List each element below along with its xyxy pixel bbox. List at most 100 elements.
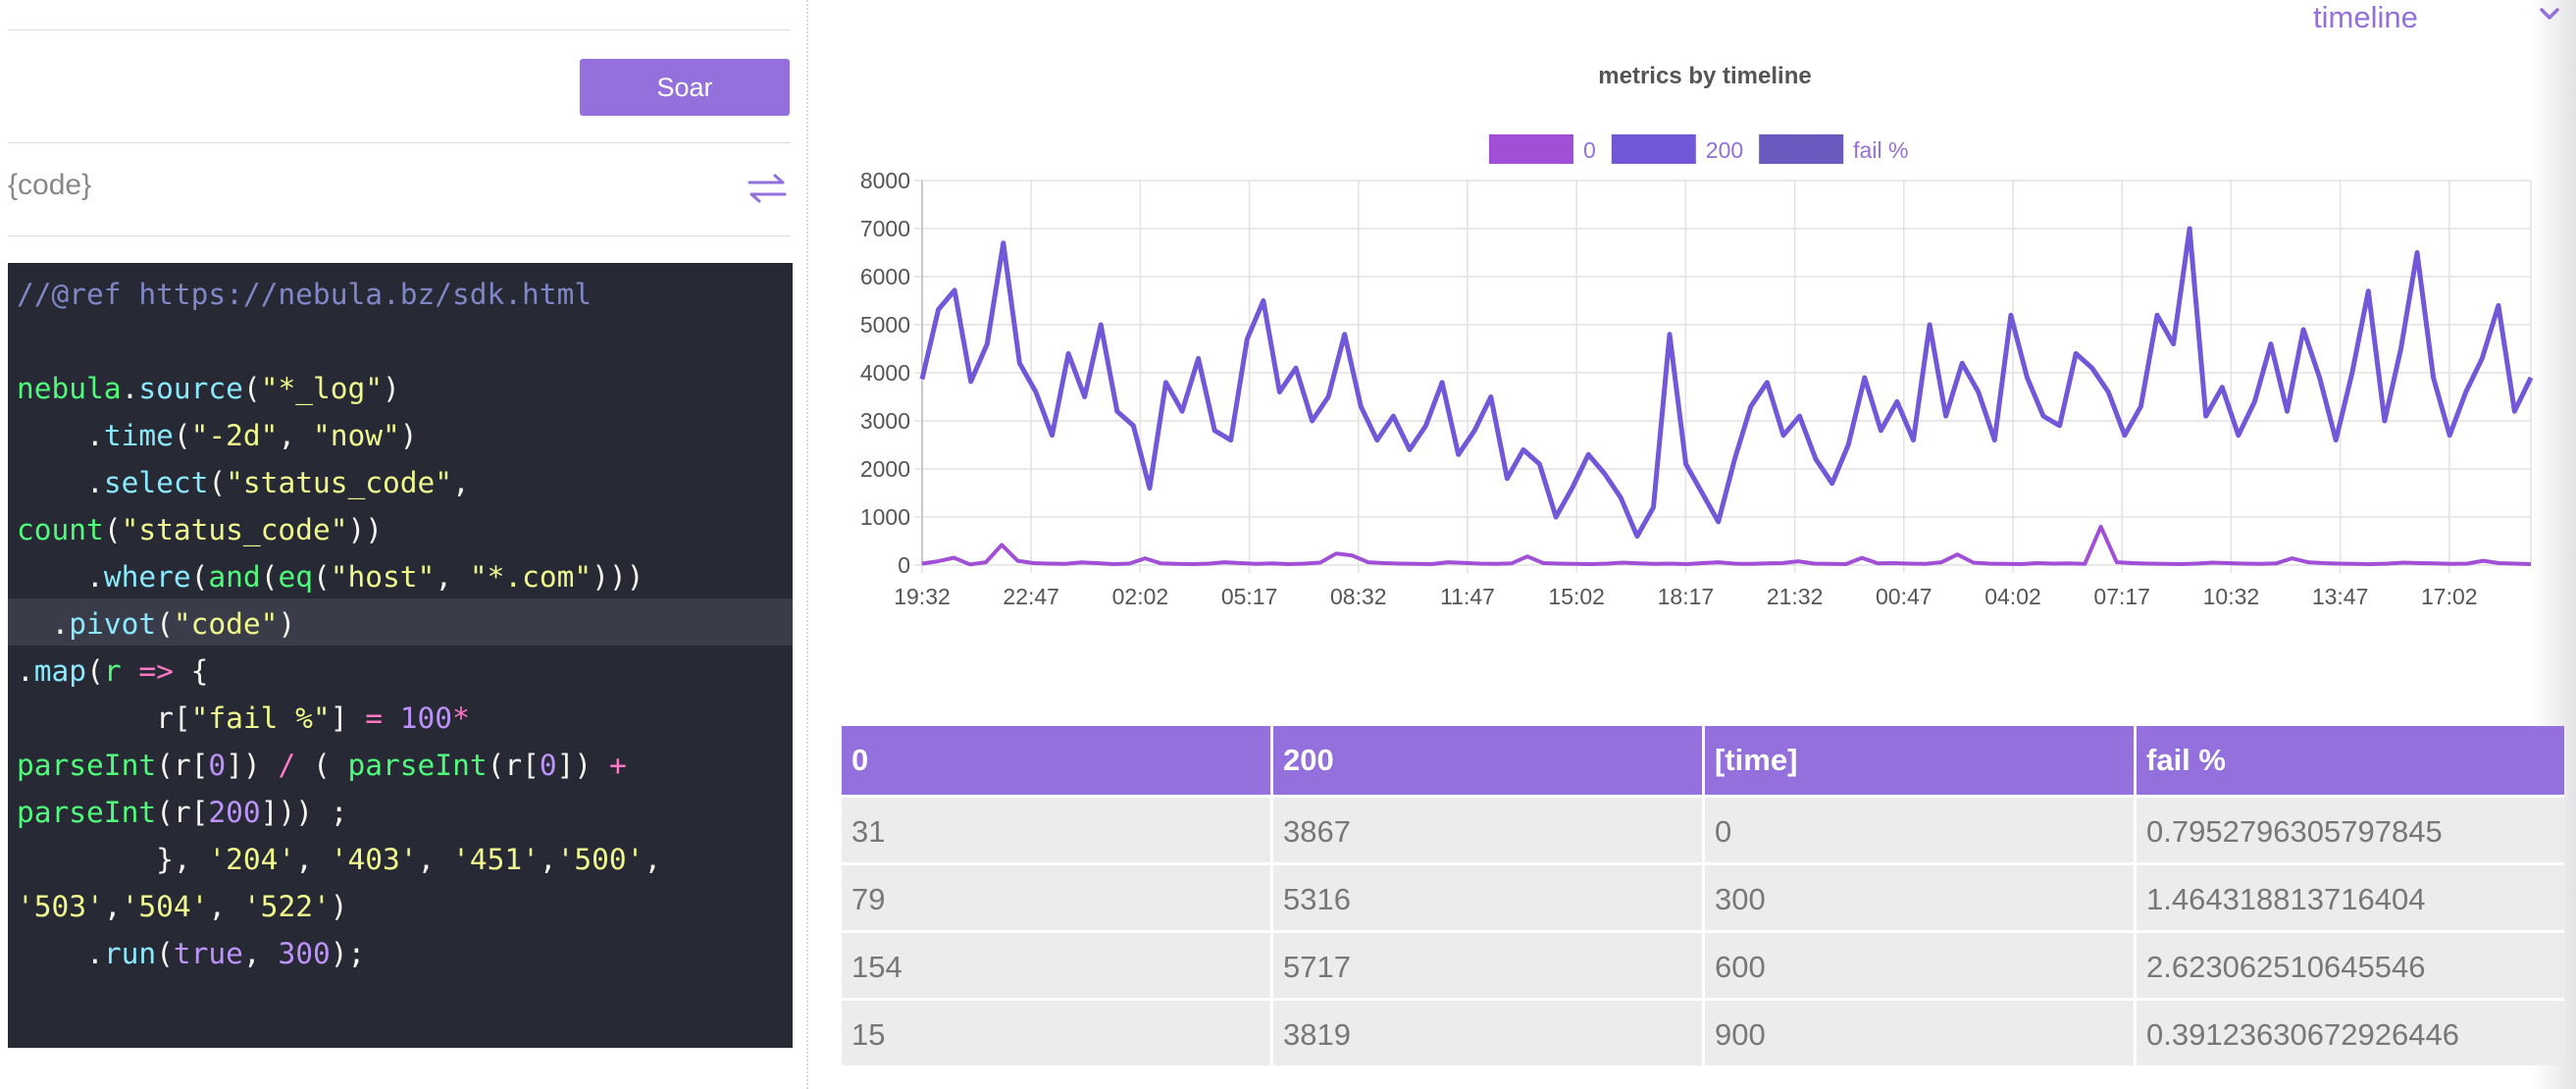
code-token: '504' — [121, 890, 209, 923]
table-cell: 15 — [842, 998, 1273, 1065]
table-cell: 900 — [1705, 998, 2137, 1065]
table-cell: 31 — [842, 795, 1273, 862]
x-tick-label: 10:32 — [2203, 584, 2260, 609]
code-token: ( — [190, 560, 209, 594]
column-header[interactable]: 0 — [842, 726, 1273, 795]
y-tick-label: 3000 — [860, 408, 910, 434]
code-token: true — [173, 937, 243, 970]
y-tick-label: 0 — [898, 552, 910, 578]
code-token: ]) — [226, 749, 279, 782]
code-token: . — [17, 466, 104, 499]
code-line: count("status_code")) — [17, 506, 383, 553]
divider — [8, 29, 791, 30]
table-cell: 0 — [1705, 795, 2137, 862]
code-token: ) — [383, 372, 400, 405]
code-token: "now" — [312, 419, 400, 452]
soar-button[interactable]: Soar — [580, 59, 790, 116]
code-token: "status_code" — [226, 466, 453, 499]
code-token: 200 — [208, 796, 261, 829]
x-tick-label: 02:02 — [1112, 584, 1169, 609]
code-token: + — [608, 749, 627, 782]
legend-swatch — [1611, 134, 1696, 164]
column-header[interactable]: [time] — [1705, 726, 2137, 795]
code-token: '500' — [556, 843, 644, 876]
table-cell: 0.7952796305797845 — [2137, 795, 2564, 862]
code-line: .map(r => { — [17, 648, 208, 695]
chart-series — [919, 226, 2534, 567]
code-token: = — [365, 701, 383, 735]
code-token: ( — [260, 560, 279, 594]
x-tick-label: 22:47 — [1003, 584, 1059, 609]
chart-title: metrics by timeline — [1598, 63, 1811, 89]
code-token: r — [103, 654, 122, 688]
code-line: //@ref https://nebula.bz/sdk.html — [17, 271, 592, 318]
code-token: "code" — [173, 607, 279, 641]
code-token: "fail %" — [190, 701, 331, 735]
y-tick-label: 7000 — [860, 216, 910, 241]
code-token: => — [121, 654, 191, 688]
code-token: "*_log" — [260, 372, 384, 405]
code-token: . — [17, 937, 104, 970]
timeline-select[interactable]: timeline — [2313, 0, 2418, 35]
column-header[interactable]: 200 — [1273, 726, 1705, 795]
code-token: select — [103, 466, 209, 499]
code-token: . — [17, 654, 34, 688]
code-token: / — [278, 749, 296, 782]
divider — [8, 235, 791, 236]
code-line: '503','504', '522') — [17, 883, 348, 930]
x-tick-label: 04:02 — [1984, 584, 2041, 609]
series-line — [919, 226, 2534, 540]
code-token: ] — [330, 701, 366, 735]
table-cell: 5316 — [1273, 862, 1705, 930]
code-token: ( — [103, 513, 122, 546]
chevron-down-icon[interactable] — [2539, 3, 2560, 25]
code-token: . — [17, 560, 104, 594]
code-token: parseInt — [17, 749, 157, 782]
y-tick-label: 4000 — [860, 360, 910, 386]
legend-swatch — [1759, 134, 1844, 164]
table-cell: 0.39123630672926446 — [2137, 998, 2564, 1065]
divider — [8, 142, 791, 143]
x-tick-label: 13:47 — [2312, 584, 2369, 609]
x-axis: 19:32 22:47 02:02 05:17 08:32 11:47 15:02 18:17… — [894, 584, 2477, 609]
table-header-row: 0 200 [time] fail % — [842, 726, 2564, 795]
code-editor[interactable]: //@ref https://nebula.bz/sdk.html nebula.… — [8, 263, 793, 1048]
code-token: ])) ; — [260, 796, 348, 829]
swap-arrows-icon[interactable] — [746, 171, 789, 206]
code-token: , — [242, 937, 279, 970]
code-token: ) — [330, 890, 348, 923]
table-cell: 2.623062510645546 — [2137, 930, 2564, 998]
code-token: r[ — [17, 701, 191, 735]
left-panel: Soar {code} //@ref https://nebula.bz/sdk… — [0, 0, 806, 1089]
x-tick-label: 11:47 — [1440, 584, 1495, 609]
code-token: '204' — [208, 843, 296, 876]
code-token: { — [190, 654, 209, 688]
code-token: pivot — [69, 607, 157, 641]
table-cell: 3819 — [1273, 998, 1705, 1065]
code-token: and — [208, 560, 261, 594]
code-line: parseInt(r[0]) / ( parseInt(r[0]) + — [17, 742, 627, 789]
panel-divider[interactable] — [806, 0, 808, 1089]
code-token: ( — [86, 654, 104, 688]
code-token: ( — [208, 466, 227, 499]
legend-label: fail % — [1853, 137, 1908, 163]
code-token: ( — [173, 419, 191, 452]
x-tick-label: 19:32 — [894, 584, 951, 609]
table-cell: 600 — [1705, 930, 2137, 998]
x-tick-label: 15:02 — [1548, 584, 1605, 609]
code-token: "-2d" — [190, 419, 279, 452]
table-row: 79 5316 300 1.464318813716404 — [842, 862, 2564, 930]
table-cell: 79 — [842, 862, 1273, 930]
code-token: ( — [156, 607, 174, 641]
code-token: ( — [295, 749, 348, 782]
code-token: nebula — [17, 372, 122, 405]
code-token: '503' — [17, 890, 104, 923]
code-token: ]) — [556, 749, 609, 782]
code-token: ))) — [592, 560, 644, 594]
column-header[interactable]: fail % — [2137, 726, 2564, 795]
code-token: run — [103, 937, 157, 970]
code-token: . — [121, 372, 139, 405]
code-token: * — [452, 701, 470, 735]
code-line: parseInt(r[200])) ; — [17, 789, 348, 836]
